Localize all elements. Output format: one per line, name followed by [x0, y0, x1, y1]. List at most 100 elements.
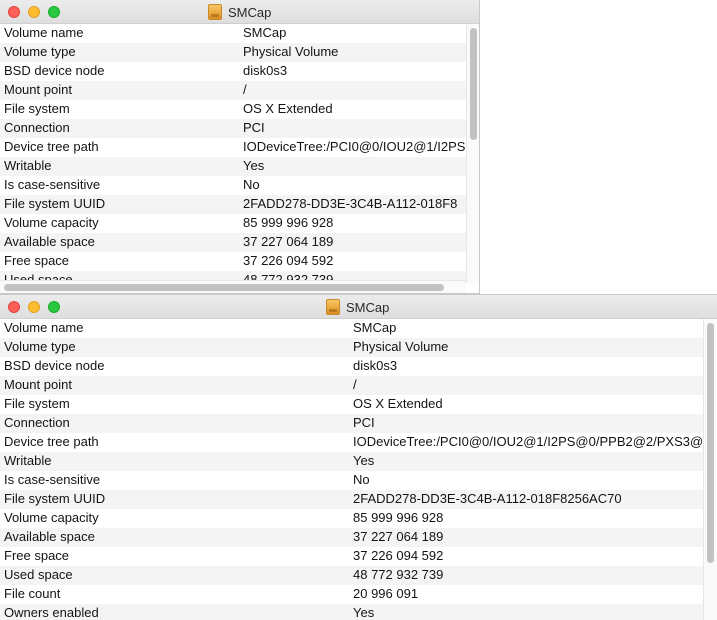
table-row[interactable]: Available space 37 227 064 189 [0, 233, 466, 252]
property-value: No [353, 472, 370, 487]
property-value: Physical Volume [353, 339, 449, 354]
zoom-button[interactable] [48, 6, 60, 18]
table-row[interactable]: Writable Yes [0, 157, 466, 176]
title-bar[interactable]: SMCap [0, 0, 479, 24]
property-value: OS X Extended [353, 396, 443, 411]
vertical-scrollbar[interactable] [466, 24, 479, 283]
property-name: File system UUID [4, 196, 106, 211]
disk-icon [208, 4, 222, 20]
table-row[interactable]: Volume type Physical Volume [0, 338, 703, 357]
property-value: / [353, 377, 357, 392]
property-name: Used space [4, 567, 73, 582]
property-value: Yes [243, 158, 265, 173]
property-name: File system [4, 396, 70, 411]
horizontal-scrollbar[interactable] [0, 280, 466, 293]
window-title-group: SMCap [208, 0, 271, 24]
disk-icon [326, 299, 340, 315]
table-row[interactable]: Is case-sensitive No [0, 471, 703, 490]
window-title-group: SMCap [326, 295, 389, 319]
property-name: Available space [4, 234, 95, 249]
property-value: disk0s3 [353, 358, 398, 373]
property-name: Is case-sensitive [4, 472, 101, 487]
property-name: Is case-sensitive [4, 177, 101, 192]
window-title: SMCap [228, 4, 272, 20]
volume-info-window-1: SMCap Volume name SMCap Volume type Physica… [0, 0, 480, 294]
table-row[interactable]: Volume name SMCap [0, 24, 466, 43]
property-value: 2FADD278-DD3E-3C4B-A112-018F8256AC70 [353, 491, 622, 506]
property-value: IODeviceTree:/PCI0@0/IOU2@1/I2PS@0/PPB2@… [353, 434, 703, 449]
minimize-button[interactable] [28, 6, 40, 18]
horizontal-scroll-thumb[interactable] [4, 284, 444, 291]
table-row[interactable]: Free space 37 226 094 592 [0, 252, 466, 271]
property-value: 85 999 996 928 [353, 510, 444, 525]
property-name: Connection [4, 415, 70, 430]
table-row[interactable]: Owners enabled Yes [0, 604, 703, 620]
property-name: BSD device node [4, 63, 105, 78]
property-name: File system UUID [4, 491, 106, 506]
property-name: Writable [4, 158, 52, 173]
table-row[interactable]: BSD device node disk0s3 [0, 357, 703, 376]
table-row[interactable]: Volume capacity 85 999 996 928 [0, 214, 466, 233]
title-bar[interactable]: SMCap [0, 295, 717, 319]
table-row[interactable]: File count 20 996 091 [0, 585, 703, 604]
table-row[interactable]: Device tree path IODeviceTree:/PCI0@0/IOU… [0, 138, 466, 157]
property-name: Mount point [4, 82, 72, 97]
property-name: Free space [4, 548, 70, 563]
property-value: 37 226 094 592 [243, 253, 334, 268]
property-value: No [243, 177, 260, 192]
table-row[interactable]: Is case-sensitive No [0, 176, 466, 195]
table-row[interactable]: Connection PCI [0, 414, 703, 433]
property-name: File count [4, 586, 61, 601]
property-name: Volume name [4, 320, 84, 335]
property-value: 2FADD278-DD3E-3C4B-A112-018F8 [243, 196, 458, 211]
property-name: Volume capacity [4, 510, 99, 525]
table-row[interactable]: Used space 48 772 932 739 [0, 566, 703, 585]
property-name: Volume name [4, 25, 84, 40]
property-value: Yes [353, 453, 375, 468]
table-row[interactable]: BSD device node disk0s3 [0, 62, 466, 81]
table-row[interactable]: Mount point / [0, 376, 703, 395]
table-row[interactable]: Available space 37 227 064 189 [0, 528, 703, 547]
minimize-button[interactable] [28, 301, 40, 313]
table-row[interactable]: Device tree path IODeviceTree:/PCI0@0/IOU… [0, 433, 703, 452]
table-row[interactable]: Volume type Physical Volume [0, 43, 466, 62]
close-button[interactable] [8, 6, 20, 18]
table-row[interactable]: File system UUID 2FADD278-DD3E-3C4B-A112-… [0, 195, 466, 214]
table-row[interactable]: File system UUID 2FADD278-DD3E-3C4B-A112-… [0, 490, 703, 509]
table-row[interactable]: File system OS X Extended [0, 100, 466, 119]
table-row[interactable]: Volume capacity 85 999 996 928 [0, 509, 703, 528]
table-row[interactable]: Writable Yes [0, 452, 703, 471]
property-name: Volume type [4, 44, 76, 59]
property-name: Device tree path [4, 434, 99, 449]
vertical-scroll-thumb[interactable] [707, 323, 714, 563]
table-row[interactable]: Free space 37 226 094 592 [0, 547, 703, 566]
property-value: 37 226 094 592 [353, 548, 444, 563]
close-button[interactable] [8, 301, 20, 313]
table-row[interactable]: Mount point / [0, 81, 466, 100]
property-value: IODeviceTree:/PCI0@0/IOU2@1/I2PS [243, 139, 466, 154]
volume-info-window-2: SMCap Volume name SMCap Volume type Physica… [0, 294, 717, 620]
property-name: Owners enabled [4, 605, 99, 620]
window-title: SMCap [346, 299, 390, 315]
property-value: PCI [353, 415, 375, 430]
property-value: 37 227 064 189 [353, 529, 444, 544]
property-value: OS X Extended [243, 101, 333, 116]
property-name: File system [4, 101, 70, 116]
property-value: 48 772 932 739 [353, 567, 444, 582]
property-value: Physical Volume [243, 44, 339, 59]
property-value: PCI [243, 120, 265, 135]
table-row[interactable]: File system OS X Extended [0, 395, 703, 414]
property-name: Available space [4, 529, 95, 544]
property-value: 37 227 064 189 [243, 234, 334, 249]
property-value: / [243, 82, 247, 97]
zoom-button[interactable] [48, 301, 60, 313]
property-name: Free space [4, 253, 70, 268]
property-name: Mount point [4, 377, 72, 392]
vertical-scrollbar[interactable] [703, 319, 717, 620]
property-name: Writable [4, 453, 52, 468]
property-name: Volume type [4, 339, 76, 354]
table-row[interactable]: Connection PCI [0, 119, 466, 138]
property-value: SMCap [353, 320, 397, 335]
table-row[interactable]: Volume name SMCap [0, 319, 703, 338]
vertical-scroll-thumb[interactable] [470, 28, 477, 140]
